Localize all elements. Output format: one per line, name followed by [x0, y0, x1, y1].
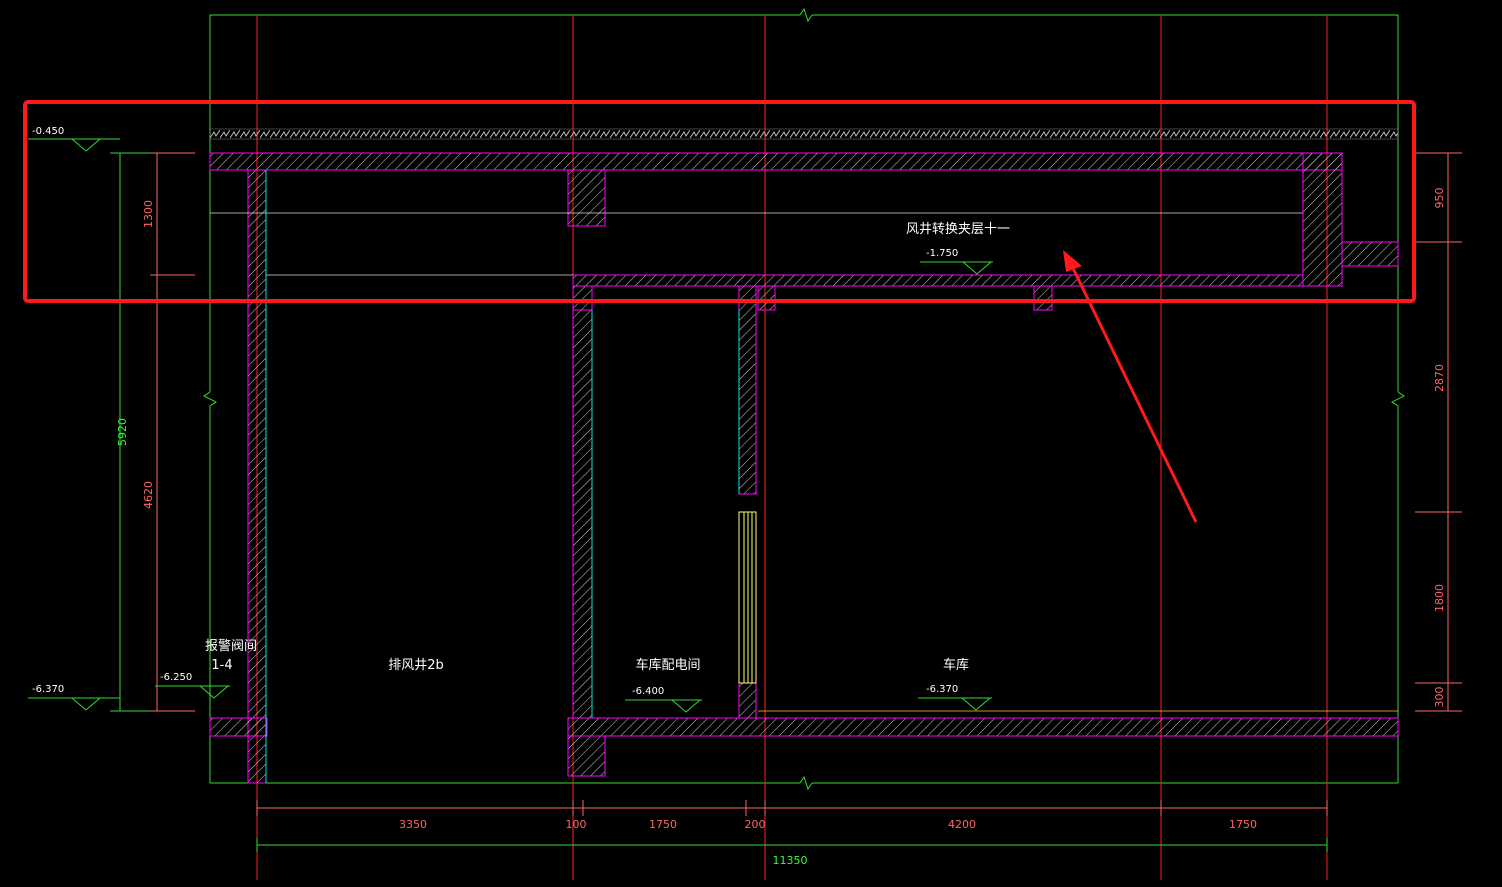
bottom-total-dimension-line	[256, 838, 1328, 852]
dim-bottom-3: 1750	[649, 818, 677, 831]
elev-bottom-left: -6.370	[32, 684, 64, 695]
dim-bottom-2: 100	[566, 818, 587, 831]
left-dimension-lines-red	[150, 152, 195, 712]
finish-lines	[265, 170, 740, 783]
concrete-walls	[209, 152, 1399, 784]
elev-garage: -6.370	[926, 684, 958, 695]
dim-right-2: 2870	[1433, 364, 1446, 392]
elev-top-left: -0.450	[32, 126, 64, 137]
elev-power-room: -6.400	[632, 686, 664, 697]
dim-right-1: 950	[1433, 188, 1446, 209]
dim-bottom-6: 1750	[1229, 818, 1257, 831]
dim-bottom-4: 200	[745, 818, 766, 831]
dim-right-4: 300	[1433, 687, 1446, 708]
room-alarm-valve-id: 1-4	[211, 658, 232, 673]
room-mezzanine: 风井转换夹层十一	[906, 222, 1010, 237]
dim-bottom-1: 3350	[399, 818, 427, 831]
annotation-arrow	[1063, 250, 1198, 523]
axis-lines	[256, 15, 1328, 880]
room-exhaust-shaft: 排风井2b	[388, 658, 444, 673]
room-alarm-valve: 报警阀间	[205, 638, 257, 654]
construction-lines	[210, 212, 1398, 712]
dim-bottom-total: 11350	[773, 854, 808, 867]
dim-bottom-5: 4200	[948, 818, 976, 831]
bottom-dimension-lines	[256, 800, 1328, 816]
drawing-frame	[203, 7, 1405, 791]
dim-upper-height: 1300	[142, 200, 155, 228]
door-opening	[738, 511, 757, 684]
dim-right-3: 1800	[1433, 584, 1446, 612]
dim-lower-height: 4620	[142, 481, 155, 509]
section-drawing: 5920 1300 4620 950 2870 1800 300 3350 10…	[23, 7, 1462, 880]
elevation-markers	[28, 138, 993, 713]
elev-mezzanine: -1.750	[926, 248, 958, 259]
room-garage-power: 车库配电间	[635, 657, 700, 673]
dim-total-height: 5920	[116, 418, 129, 446]
elev-alarm-floor: -6.250	[160, 672, 192, 683]
soil-layer	[209, 128, 1399, 140]
room-garage: 车库	[943, 657, 969, 673]
right-dimension-lines	[1415, 152, 1462, 712]
